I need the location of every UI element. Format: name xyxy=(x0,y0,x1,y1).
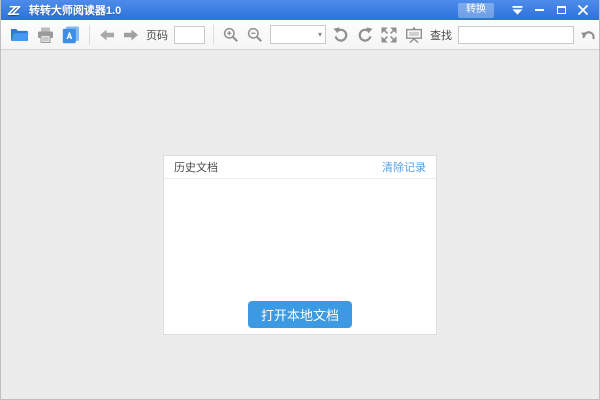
window-title: 转转大师阅读器1.0 xyxy=(29,2,458,18)
open-folder-icon xyxy=(10,27,29,42)
find-input[interactable] xyxy=(458,26,574,44)
undo-button[interactable] xyxy=(580,23,597,47)
open-local-document-button[interactable]: 打开本地文档 xyxy=(248,301,352,328)
presentation-button[interactable] xyxy=(404,23,424,47)
rotate-right-icon xyxy=(357,27,373,43)
history-panel-title: 历史文档 xyxy=(174,159,218,175)
rotate-left-button[interactable] xyxy=(332,23,350,47)
fullscreen-button[interactable] xyxy=(380,23,398,47)
fullscreen-icon xyxy=(381,27,397,43)
rotate-left-icon xyxy=(333,27,349,43)
convert-button[interactable]: 转换 xyxy=(458,3,494,18)
close-button[interactable] xyxy=(574,2,592,18)
forward-icon xyxy=(123,29,139,41)
back-icon xyxy=(99,29,115,41)
zoom-in-button[interactable] xyxy=(222,23,240,47)
history-list-empty xyxy=(164,179,436,301)
main-content: 历史文档 清除记录 打开本地文档 xyxy=(1,50,599,399)
close-icon xyxy=(578,5,588,15)
minimize-button[interactable] xyxy=(530,2,548,18)
print-icon xyxy=(37,27,54,43)
page-number-input[interactable] xyxy=(174,26,205,44)
toolbar-separator xyxy=(213,25,214,45)
skin-dropdown-icon[interactable] xyxy=(508,2,526,18)
titlebar: ZZ 转转大师阅读器1.0 转换 xyxy=(1,0,599,20)
zoom-in-icon xyxy=(223,27,239,43)
presentation-icon xyxy=(405,27,423,43)
caret-down-icon: ▾ xyxy=(318,31,322,39)
pdf-convert-button[interactable] xyxy=(61,23,81,47)
forward-button[interactable] xyxy=(122,23,140,47)
print-button[interactable] xyxy=(36,23,55,47)
app-window: ZZ 转转大师阅读器1.0 转换 xyxy=(0,0,600,400)
maximize-icon xyxy=(557,6,566,14)
clear-history-link[interactable]: 清除记录 xyxy=(382,159,426,175)
back-button[interactable] xyxy=(98,23,116,47)
page-number-label: 页码 xyxy=(146,27,168,43)
zoom-level-select[interactable]: ▾ xyxy=(270,25,326,44)
minimize-icon xyxy=(535,9,544,11)
toolbar-separator xyxy=(89,25,90,45)
undo-icon xyxy=(581,28,596,42)
history-panel-header: 历史文档 清除记录 xyxy=(164,156,436,179)
find-label: 查找 xyxy=(430,27,452,43)
zoom-out-icon xyxy=(247,27,263,43)
maximize-button[interactable] xyxy=(552,2,570,18)
zoom-out-button[interactable] xyxy=(246,23,264,47)
open-file-button[interactable] xyxy=(9,23,30,47)
history-panel: 历史文档 清除记录 打开本地文档 xyxy=(163,155,437,335)
toolbar: 页码 ▾ xyxy=(1,20,599,50)
app-logo: ZZ xyxy=(8,4,20,17)
rotate-right-button[interactable] xyxy=(356,23,374,47)
pdf-convert-icon xyxy=(62,26,80,44)
